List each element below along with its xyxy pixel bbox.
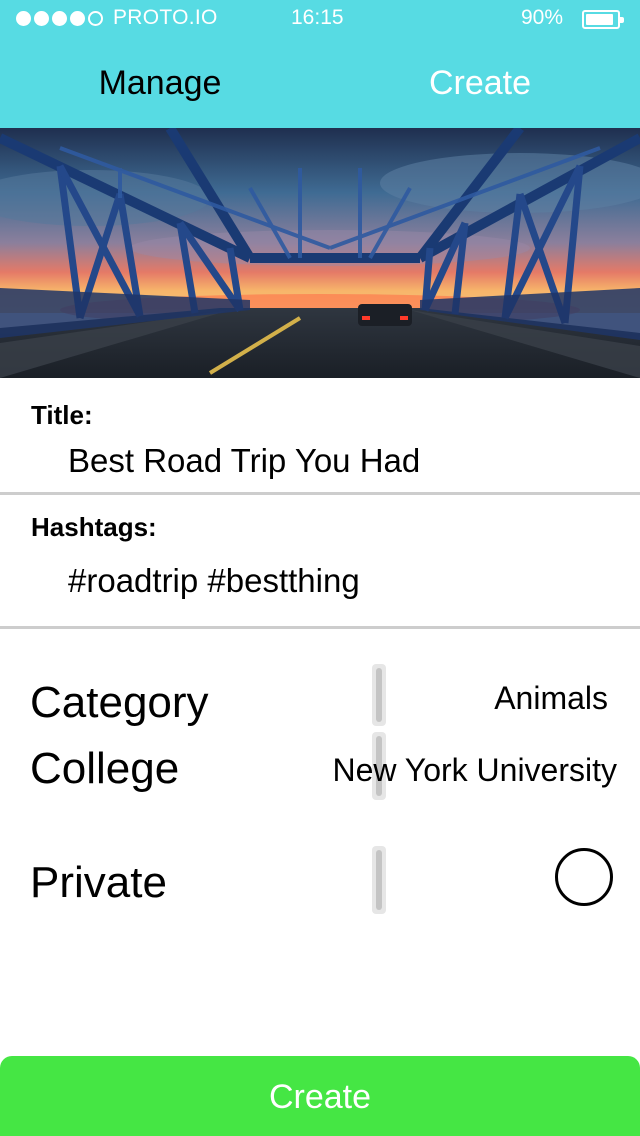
college-label: College — [30, 744, 180, 793]
battery-icon — [582, 10, 624, 29]
battery-percentage: 90% — [521, 6, 564, 29]
signal-dot — [16, 11, 31, 26]
college-picker-value[interactable]: New York University — [332, 752, 617, 789]
tab-manage[interactable]: Manage — [0, 64, 320, 103]
status-time: 16:15 — [291, 6, 344, 29]
status-bar: PROTO.IO 16:15 90% — [0, 0, 640, 40]
title-label: Title: — [31, 400, 93, 430]
battery-nub — [620, 17, 624, 23]
carrier-name: PROTO.IO — [113, 6, 218, 29]
category-scroll-handle[interactable] — [372, 664, 386, 726]
header-bar: PROTO.IO 16:15 90% Manage Create — [0, 0, 640, 128]
signal-dot — [52, 11, 67, 26]
private-scroll-handle[interactable] — [372, 846, 386, 914]
bridge-sunset-image — [0, 128, 640, 378]
battery-fill — [586, 14, 613, 25]
category-label: Category — [30, 678, 209, 727]
signal-dot — [70, 11, 85, 26]
private-label: Private — [30, 858, 167, 907]
hashtags-input[interactable]: #roadtrip #bestthing — [68, 562, 360, 600]
cover-photo[interactable] — [0, 128, 640, 378]
title-input[interactable]: Best Road Trip You Had — [68, 442, 420, 480]
divider — [0, 492, 640, 495]
signal-strength-icon — [16, 11, 103, 26]
hashtags-label: Hashtags: — [31, 512, 157, 542]
tab-create[interactable]: Create — [320, 64, 640, 103]
signal-dot-empty — [88, 11, 103, 26]
create-button[interactable]: Create — [0, 1056, 640, 1136]
signal-dot — [34, 11, 49, 26]
divider — [0, 626, 640, 629]
category-picker-value[interactable]: Animals — [494, 680, 608, 717]
private-radio-button[interactable] — [555, 848, 613, 906]
